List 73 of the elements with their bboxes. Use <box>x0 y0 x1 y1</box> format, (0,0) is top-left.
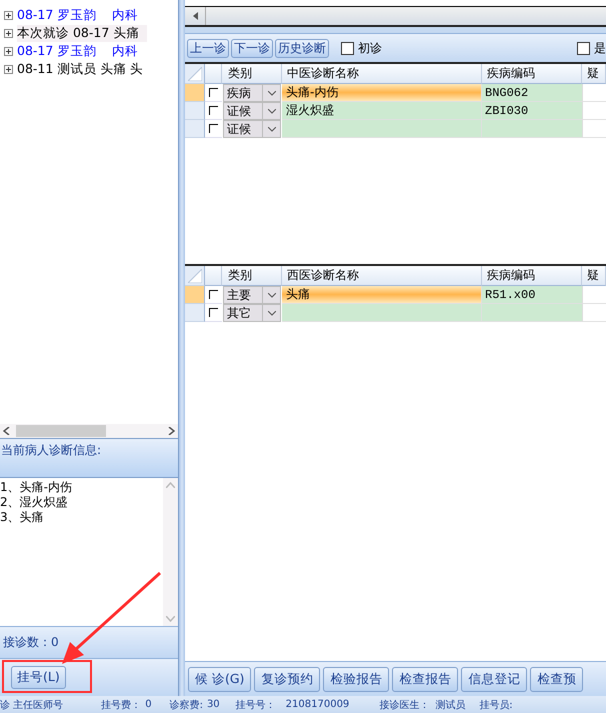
scrollbar[interactable] <box>0 424 178 438</box>
column-header: 类别 <box>222 266 282 286</box>
status-text: 挂号号： <box>236 698 276 712</box>
table-cell: 头痛-内伤 <box>282 84 482 102</box>
column-header: 类别 <box>222 64 282 84</box>
expand-icon[interactable] <box>4 28 13 38</box>
nav-button[interactable]: 历史诊断 <box>275 38 329 58</box>
scroll-left-icon[interactable] <box>192 12 198 20</box>
section-title: 当前病人诊断信息: <box>1 443 102 457</box>
status-text: 挂号员: <box>479 698 513 712</box>
table-cell: BNG062 <box>482 84 582 102</box>
checkbox[interactable] <box>577 42 590 54</box>
column-header <box>205 266 222 286</box>
category-dropdown[interactable]: 其它 <box>223 304 281 322</box>
table-cell: R51.x00 <box>482 286 582 304</box>
nav-button[interactable]: 上一诊 <box>187 38 229 58</box>
table-cell: 头痛 <box>282 286 482 304</box>
action-button[interactable]: 检查报告 <box>392 666 458 692</box>
column-header: 疾病编码 <box>482 266 582 286</box>
action-button[interactable]: 检查预 <box>530 666 584 692</box>
checkbox[interactable] <box>341 42 354 54</box>
column-header: 疑 <box>582 64 606 84</box>
table-cell <box>582 102 606 120</box>
category-dropdown[interactable]: 主要 <box>223 286 281 304</box>
scroll-right-icon[interactable] <box>168 427 175 435</box>
register-button[interactable]: 挂号(L) <box>11 666 66 689</box>
category-dropdown[interactable]: 疾病 <box>223 84 281 102</box>
checkbox[interactable] <box>209 124 218 133</box>
tree-item[interactable]: 08-17 罗玉韵 内科 <box>17 6 146 24</box>
table-cell <box>582 286 606 304</box>
checkbox[interactable] <box>209 290 218 299</box>
category-dropdown[interactable]: 证候 <box>223 120 281 138</box>
tree-item[interactable]: 本次就诊 08-17 头痛 <box>17 24 148 42</box>
status-text: 诊 主任医师号 <box>0 698 64 712</box>
table-cell: 湿火炽盛 <box>282 102 482 120</box>
status-text: 诊察费: <box>170 698 203 712</box>
table-cell <box>582 84 606 102</box>
table-cell <box>582 120 606 138</box>
scrollbar[interactable] <box>185 7 606 27</box>
status-text: 0 <box>145 699 152 710</box>
status-text: 接诊医生： <box>379 698 430 712</box>
checkbox-label[interactable]: 是 <box>577 40 606 56</box>
diagnosis-line: 2、湿火炽盛 <box>0 495 69 510</box>
tree-item[interactable]: 08-17 罗玉韵 内科 <box>17 42 146 60</box>
status-text: 挂号费： <box>101 698 142 712</box>
checkbox[interactable] <box>209 88 218 97</box>
column-header: 疾病编码 <box>482 64 582 84</box>
column-header <box>205 64 222 84</box>
column-header: 西医诊断名称 <box>282 266 482 286</box>
status-text: 2108170009 <box>286 699 350 710</box>
expand-icon[interactable] <box>4 64 13 74</box>
status-text: 测试员 <box>435 698 466 712</box>
nav-button[interactable]: 下一诊 <box>231 38 273 58</box>
visit-count: 接诊数：0 <box>3 634 59 651</box>
column-header: 疑 <box>582 266 606 286</box>
expand-icon[interactable] <box>4 10 13 20</box>
action-button[interactable]: 复诊预约 <box>254 666 320 692</box>
action-button[interactable]: 信息登记 <box>461 666 528 692</box>
tree-item[interactable]: 08-11 测试员 头痛 头 <box>17 60 152 78</box>
table-cell: ZBI030 <box>482 102 582 120</box>
category-dropdown[interactable]: 证候 <box>223 102 281 120</box>
table-cell <box>582 304 606 322</box>
scroll-left-icon[interactable] <box>3 427 10 435</box>
column-header: 中医诊断名称 <box>282 64 482 84</box>
action-button[interactable]: 候 诊(G) <box>188 666 252 692</box>
diagnosis-line: 3、头痛 <box>0 510 45 525</box>
diagnosis-line: 1、头痛-内伤 <box>0 480 73 495</box>
checkbox-label[interactable]: 初诊 <box>341 40 382 56</box>
expand-icon[interactable] <box>4 46 13 56</box>
checkbox[interactable] <box>209 308 218 317</box>
action-button[interactable]: 检验报告 <box>323 666 390 692</box>
status-text: 30 <box>206 699 220 710</box>
checkbox[interactable] <box>209 106 218 115</box>
